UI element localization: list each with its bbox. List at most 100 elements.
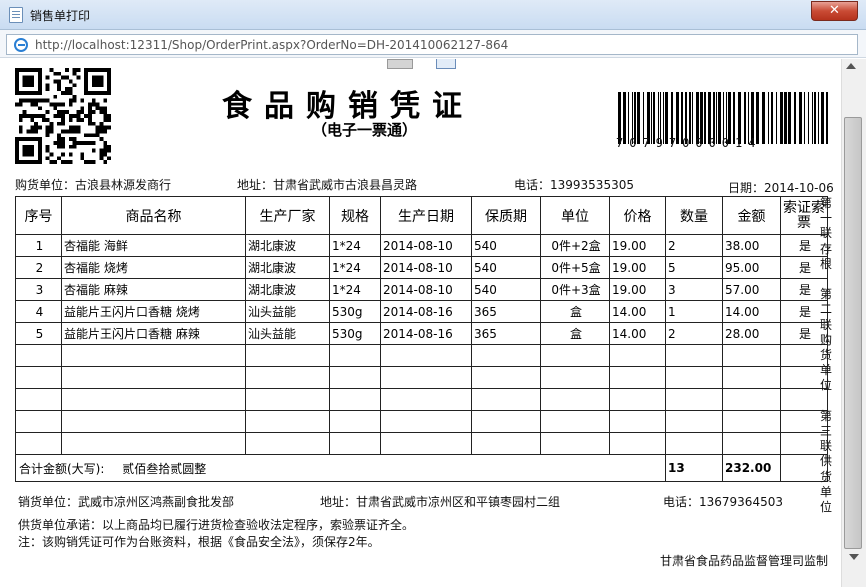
- table-cell: [722, 410, 781, 433]
- buyer-address: 地址：甘肃省武威市古浪县昌灵路: [237, 178, 418, 192]
- table-cell: [722, 388, 781, 411]
- table-cell: [15, 388, 62, 411]
- table-cell: 0件+3盒: [540, 278, 610, 301]
- col-header: 商品名称: [61, 196, 246, 235]
- table-cell: 湖北康波: [245, 278, 330, 301]
- table-cell: [540, 432, 610, 455]
- table-cell: 365: [471, 300, 541, 323]
- table-cell: [15, 344, 62, 367]
- close-button[interactable]: ✕: [811, 1, 858, 21]
- table-cell: 28.00: [722, 322, 781, 345]
- table-cell: [665, 344, 723, 367]
- table-cell: 19.00: [609, 234, 666, 257]
- empty-row: [15, 366, 828, 389]
- table-cell: [380, 410, 472, 433]
- table-cell: 0件+2盒: [540, 234, 610, 257]
- table-cell: [61, 366, 246, 389]
- url-field[interactable]: http://localhost:12311/Shop/OrderPrint.a…: [6, 34, 858, 55]
- retention-note: 注：该购销凭证可作为台账资料，根据《食品安全法》，须保存2年。: [18, 535, 380, 549]
- table-row: 2 杏福能 烧烤 湖北康波 1*24 2014-08-10 540 0件+5盒 19.00 5 9…: [15, 256, 828, 279]
- goods-table: 序号 商品名称 生产厂家 规格 生产日期 保质期 单位 价格 数量 金额 索证索…: [15, 196, 828, 482]
- table-cell: [329, 410, 381, 433]
- table-cell: [540, 410, 610, 433]
- table-cell: 3: [665, 278, 723, 301]
- table-cell: 540: [471, 278, 541, 301]
- table-cell: [722, 432, 781, 455]
- table-cell: 杏福能 海鲜: [61, 234, 246, 257]
- table-cell: [609, 410, 666, 433]
- table-cell: [245, 388, 330, 411]
- table-cell: [15, 410, 62, 433]
- table-cell: [471, 410, 541, 433]
- table-cell: [722, 344, 781, 367]
- browser-icon: [14, 38, 28, 52]
- col-header: 生产日期: [380, 196, 472, 235]
- table-row: 5 益能片王闪片口香糖 麻辣 汕头益能 530g 2014-08-16 365 盒 14.00…: [15, 322, 828, 345]
- vertical-scrollbar[interactable]: [841, 59, 866, 587]
- table-cell: 盒: [540, 322, 610, 345]
- table-cell: 540: [471, 234, 541, 257]
- table-cell: [329, 432, 381, 455]
- table-cell: 汕头益能: [245, 322, 330, 345]
- total-quantity: 13: [665, 454, 723, 482]
- table-cell: 1: [665, 300, 723, 323]
- table-cell: [665, 366, 723, 389]
- table-cell: 4: [15, 300, 62, 323]
- table-cell: 2: [665, 234, 723, 257]
- table-cell: [380, 344, 472, 367]
- table-cell: 38.00: [722, 234, 781, 257]
- table-cell: 95.00: [722, 256, 781, 279]
- col-header: 价格: [609, 196, 666, 235]
- supplier-promise: 供货单位承诺：以上商品均已履行进货检查验收法定程序，索验票证齐全。: [18, 518, 415, 532]
- scroll-up-icon[interactable]: [846, 63, 856, 69]
- table-cell: 14.00: [609, 300, 666, 323]
- table-cell: 杏福能 烧烤: [61, 256, 246, 279]
- table-row: 1 杏福能 海鲜 湖北康波 1*24 2014-08-10 540 0件+2盒 19.00 2 3…: [15, 234, 828, 257]
- table-cell: [609, 366, 666, 389]
- table-cell: [540, 388, 610, 411]
- table-cell: [722, 366, 781, 389]
- table-cell: [245, 366, 330, 389]
- scroll-thumb[interactable]: [844, 117, 862, 549]
- table-cell: [61, 432, 246, 455]
- table-header-row: 序号 商品名称 生产厂家 规格 生产日期 保质期 单位 价格 数量 金额 索证索…: [15, 196, 828, 235]
- table-cell: [245, 432, 330, 455]
- table-cell: 盒: [540, 300, 610, 323]
- table-cell: 1*24: [329, 234, 381, 257]
- table-cell: 5: [15, 322, 62, 345]
- table-cell: [609, 388, 666, 411]
- table-cell: [245, 410, 330, 433]
- page-content: 食品购销凭证 （电子一票通） 70797000014 购货单位：古浪县林源发商行…: [0, 59, 841, 587]
- table-cell: 19.00: [609, 256, 666, 279]
- table-cell: [665, 388, 723, 411]
- empty-row: [15, 432, 828, 455]
- table-cell: 湖北康波: [245, 256, 330, 279]
- print-window: 销售单打印 ✕ http://localhost:12311/Shop/Orde…: [0, 0, 866, 587]
- table-cell: [245, 344, 330, 367]
- table-cell: 19.00: [609, 278, 666, 301]
- table-cell: 益能片王闪片口香糖 烧烤: [61, 300, 246, 323]
- table-cell: 湖北康波: [245, 234, 330, 257]
- total-words: 贰佰叁拾贰圆整: [122, 461, 207, 476]
- table-cell: [329, 344, 381, 367]
- table-cell: [380, 366, 472, 389]
- table-cell: 0件+5盒: [540, 256, 610, 279]
- table-cell: 汕头益能: [245, 300, 330, 323]
- table-cell: 2014-08-10: [380, 234, 472, 257]
- scroll-down-icon[interactable]: [849, 554, 859, 560]
- table-cell: 杏福能 麻辣: [61, 278, 246, 301]
- total-label: 合计金额(大写):: [19, 461, 105, 476]
- table-cell: [15, 432, 62, 455]
- table-cell: 530g: [329, 300, 381, 323]
- print-icon[interactable]: [387, 59, 413, 69]
- table-cell: 2014-08-10: [380, 278, 472, 301]
- seller-phone: 电话：13679364503: [663, 495, 783, 509]
- buyer-unit: 购货单位：古浪县林源发商行: [15, 178, 172, 192]
- window-title: 销售单打印: [30, 9, 91, 23]
- table-cell: 1*24: [329, 256, 381, 279]
- preview-icon[interactable]: [436, 59, 456, 69]
- table-row: 3 杏福能 麻辣 湖北康波 1*24 2014-08-10 540 0件+3盒 19.00 3 5…: [15, 278, 828, 301]
- table-cell: [609, 432, 666, 455]
- col-header: 生产厂家: [245, 196, 330, 235]
- qr-code: [15, 68, 111, 164]
